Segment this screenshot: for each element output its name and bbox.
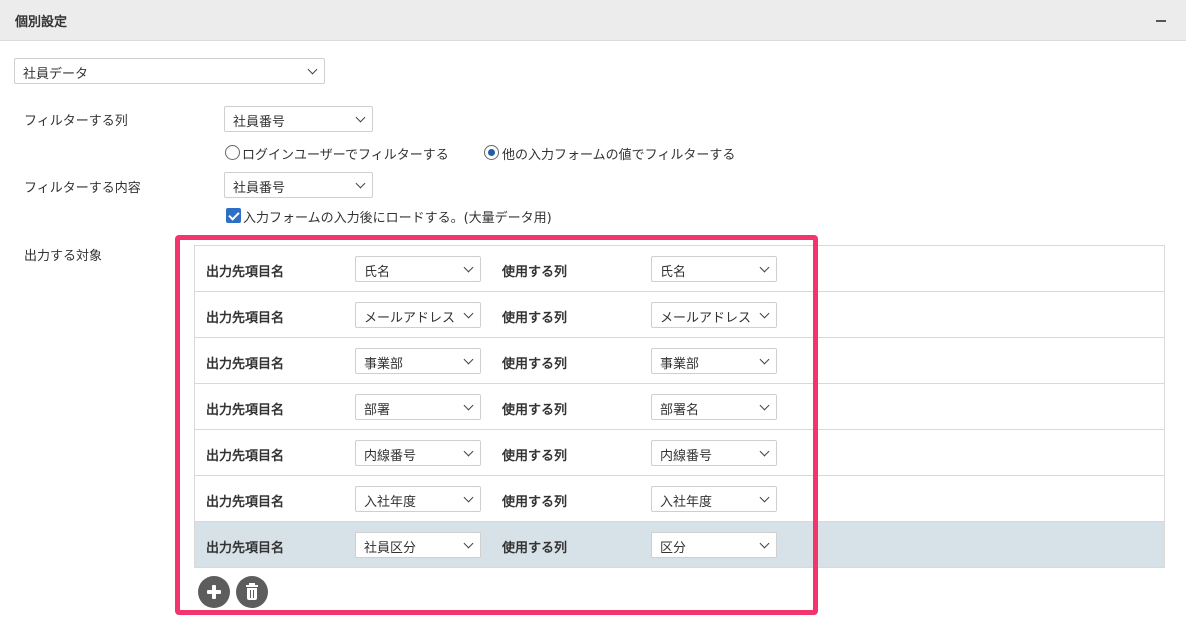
dest-field-label: 出力先項目名 — [206, 541, 285, 556]
dest-field-value: 氏名 — [364, 265, 391, 280]
source-column-select[interactable]: 区分 — [651, 532, 777, 558]
dest-field-value: 部署 — [364, 403, 391, 418]
source-column-value: 事業部 — [660, 357, 700, 372]
source-column-label: 使用する列 — [502, 541, 568, 556]
chevron-down-icon — [759, 262, 770, 273]
source-column-select[interactable]: 氏名 — [651, 256, 777, 282]
dest-field-select[interactable]: 内線番号 — [355, 440, 481, 466]
dest-field-label: 出力先項目名 — [206, 495, 285, 510]
source-column-value: 氏名 — [660, 265, 687, 280]
table-row[interactable]: 出力先項目名 入社年度 使用する列 入社年度 — [194, 476, 1165, 522]
collapse-minus-icon[interactable] — [1153, 11, 1169, 29]
delete-row-button[interactable] — [236, 576, 268, 608]
source-column-label: 使用する列 — [502, 449, 568, 464]
dest-field-label: 出力先項目名 — [206, 265, 285, 280]
dest-field-select[interactable]: 入社年度 — [355, 486, 481, 512]
chevron-down-icon — [463, 538, 474, 549]
chevron-down-icon — [355, 178, 366, 189]
source-column-select[interactable]: 入社年度 — [651, 486, 777, 512]
dest-field-value: 事業部 — [364, 357, 404, 372]
chevron-down-icon — [463, 354, 474, 365]
chevron-down-icon — [463, 492, 474, 503]
dest-field-label: 出力先項目名 — [206, 311, 285, 326]
chevron-down-icon — [759, 354, 770, 365]
filter-content-select[interactable]: 社員番号 — [224, 172, 373, 198]
source-column-value: 部署名 — [660, 403, 700, 418]
table-row[interactable]: 出力先項目名 事業部 使用する列 事業部 — [194, 338, 1165, 384]
chevron-down-icon — [307, 64, 318, 75]
source-column-value: 入社年度 — [660, 495, 713, 510]
dest-field-select[interactable]: 事業部 — [355, 348, 481, 374]
dest-field-value: 社員区分 — [364, 541, 417, 556]
panel-title: 個別設定 — [15, 15, 68, 30]
output-target-label: 出力する対象 — [24, 249, 103, 264]
source-column-label: 使用する列 — [502, 495, 568, 510]
source-column-select[interactable]: 部署名 — [651, 394, 777, 420]
source-column-label: 使用する列 — [502, 357, 568, 372]
source-column-select[interactable]: メールアドレス — [651, 302, 777, 328]
datasource-value: 社員データ — [23, 67, 89, 82]
chevron-down-icon — [355, 112, 366, 123]
source-column-label: 使用する列 — [502, 403, 568, 418]
source-column-select[interactable]: 事業部 — [651, 348, 777, 374]
filter-content-label: フィルターする内容 — [24, 181, 141, 196]
source-column-value: 区分 — [660, 541, 687, 556]
dest-field-select[interactable]: 氏名 — [355, 256, 481, 282]
chevron-down-icon — [759, 492, 770, 503]
chevron-down-icon — [463, 446, 474, 457]
filter-column-label: フィルターする列 — [24, 114, 128, 129]
chevron-down-icon — [759, 538, 770, 549]
datasource-select[interactable]: 社員データ — [14, 58, 325, 84]
chevron-down-icon — [759, 446, 770, 457]
dest-field-select[interactable]: 部署 — [355, 394, 481, 420]
source-column-value: メールアドレス — [660, 311, 752, 326]
chevron-down-icon — [759, 400, 770, 411]
dest-field-label: 出力先項目名 — [206, 403, 285, 418]
dest-field-value: メールアドレス — [364, 311, 456, 326]
table-row[interactable]: 出力先項目名 氏名 使用する列 氏名 — [194, 246, 1165, 292]
lazy-load-label: 入力フォームの入力後にロードする。(大量データ用) — [243, 211, 552, 226]
chevron-down-icon — [463, 308, 474, 319]
filter-content-value: 社員番号 — [233, 181, 286, 196]
chevron-down-icon — [759, 308, 770, 319]
table-row[interactable]: 出力先項目名 メールアドレス 使用する列 メールアドレス — [194, 292, 1165, 338]
radio-login-user-label: ログインユーザーでフィルターする — [242, 148, 449, 163]
radio-other-form-label: 他の入力フォームの値でフィルターする — [502, 148, 736, 163]
table-row[interactable]: 出力先項目名 部署 使用する列 部署名 — [194, 384, 1165, 430]
lazy-load-checkbox[interactable] — [226, 208, 241, 223]
radio-login-user[interactable] — [225, 145, 240, 160]
table-row-selected[interactable]: 出力先項目名 社員区分 使用する列 区分 — [194, 522, 1165, 568]
source-column-select[interactable]: 内線番号 — [651, 440, 777, 466]
output-mapping-table: 出力先項目名 氏名 使用する列 氏名 出力先項目名 メールアドレス 使用する列 … — [194, 245, 1165, 568]
source-column-label: 使用する列 — [502, 311, 568, 326]
panel-header: 個別設定 — [0, 0, 1186, 41]
add-row-button[interactable] — [198, 576, 230, 608]
chevron-down-icon — [463, 262, 474, 273]
dest-field-label: 出力先項目名 — [206, 449, 285, 464]
filter-column-value: 社員番号 — [233, 115, 286, 130]
dest-field-value: 入社年度 — [364, 495, 417, 510]
filter-column-select[interactable]: 社員番号 — [224, 106, 373, 132]
radio-other-form[interactable] — [484, 145, 499, 160]
dest-field-select[interactable]: メールアドレス — [355, 302, 481, 328]
dest-field-value: 内線番号 — [364, 449, 417, 464]
dest-field-select[interactable]: 社員区分 — [355, 532, 481, 558]
source-column-value: 内線番号 — [660, 449, 713, 464]
source-column-label: 使用する列 — [502, 265, 568, 280]
dest-field-label: 出力先項目名 — [206, 357, 285, 372]
table-row[interactable]: 出力先項目名 内線番号 使用する列 内線番号 — [194, 430, 1165, 476]
chevron-down-icon — [463, 400, 474, 411]
